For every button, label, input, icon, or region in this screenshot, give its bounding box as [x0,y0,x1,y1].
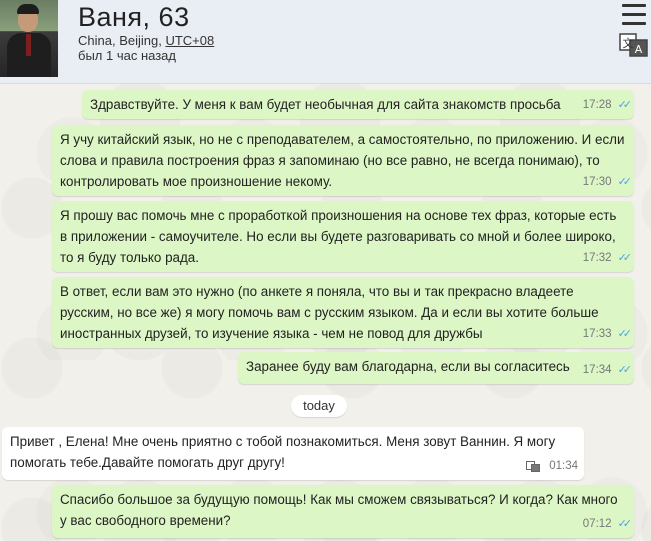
message-bubble-out[interactable]: Спасибо большое за будущую помощь! Как м… [52,485,634,538]
message-text: Спасибо большое за будущую помощь! Как м… [60,492,618,528]
date-separator: today [291,395,347,417]
message-meta: 17:32 ✓✓ [582,248,633,269]
message-meta: 01:34 [526,456,578,477]
avatar[interactable] [0,0,58,77]
message-bubble-out[interactable]: Заранее буду вам благодарна, если вы сог… [238,352,634,384]
message-meta: 17:33 ✓✓ [582,324,633,345]
double-check-icon: ✓✓ [617,518,633,530]
hamburger-menu-icon[interactable] [620,2,648,26]
message-meta: 17:34 ✓✓ [582,360,633,381]
message-time: 17:32 [582,252,612,264]
timezone-link[interactable]: UTC+08 [165,33,214,48]
message-text: Здравствуйте. У меня к вам будет необычн… [90,97,561,112]
last-seen-status: был 1 час назад [78,48,176,63]
double-check-icon: ✓✓ [617,99,633,111]
message-text: Привет , Елена! Мне очень приятно с тобо… [10,434,556,470]
double-check-icon: ✓✓ [617,252,633,264]
location-text: China, Beijing, [78,33,166,48]
chat-header: Ваня, 63 China, Beijing, UTC+08 был 1 ча… [0,0,651,84]
message-meta: 17:30 ✓✓ [582,172,633,193]
message-bubble-out[interactable]: В ответ, если вам это нужно (по анкете я… [52,277,634,348]
message-time: 17:28 [582,99,612,111]
message-text: Заранее буду вам благодарна, если вы сог… [246,359,570,374]
message-time: 17:33 [582,328,612,340]
message-bubble-out[interactable]: Я учу китайский язык, но не с преподават… [52,125,634,196]
svg-text:A: A [635,43,643,56]
message-bubble-out[interactable]: Здравствуйте. У меня к вам будет необычн… [82,90,634,119]
translate-icon[interactable]: 文 A [619,32,649,58]
message-bubble-in[interactable]: Привет , Елена! Мне очень приятно с тобо… [2,427,584,480]
message-text: В ответ, если вам это нужно (по анкете я… [60,284,599,341]
translate-small-icon[interactable] [526,461,541,472]
contact-location: China, Beijing, UTC+08 [78,33,214,48]
message-bubble-out[interactable]: Я прошу вас помочь мне с проработкой про… [52,201,634,272]
message-time: 01:34 [549,460,578,472]
message-text: Я учу китайский язык, но не с преподават… [60,132,625,189]
message-time: 17:30 [582,176,612,188]
message-time: 17:34 [582,364,612,376]
svg-text:文: 文 [623,36,634,50]
double-check-icon: ✓✓ [617,176,633,188]
double-check-icon: ✓✓ [617,328,633,340]
contact-name[interactable]: Ваня, 63 [78,2,190,33]
message-meta: 07:12 ✓✓ [582,514,633,535]
message-time: 07:12 [582,518,612,530]
message-meta: 17:28 ✓✓ [582,95,633,116]
double-check-icon: ✓✓ [617,364,633,376]
message-text: Я прошу вас помочь мне с проработкой про… [60,208,617,265]
